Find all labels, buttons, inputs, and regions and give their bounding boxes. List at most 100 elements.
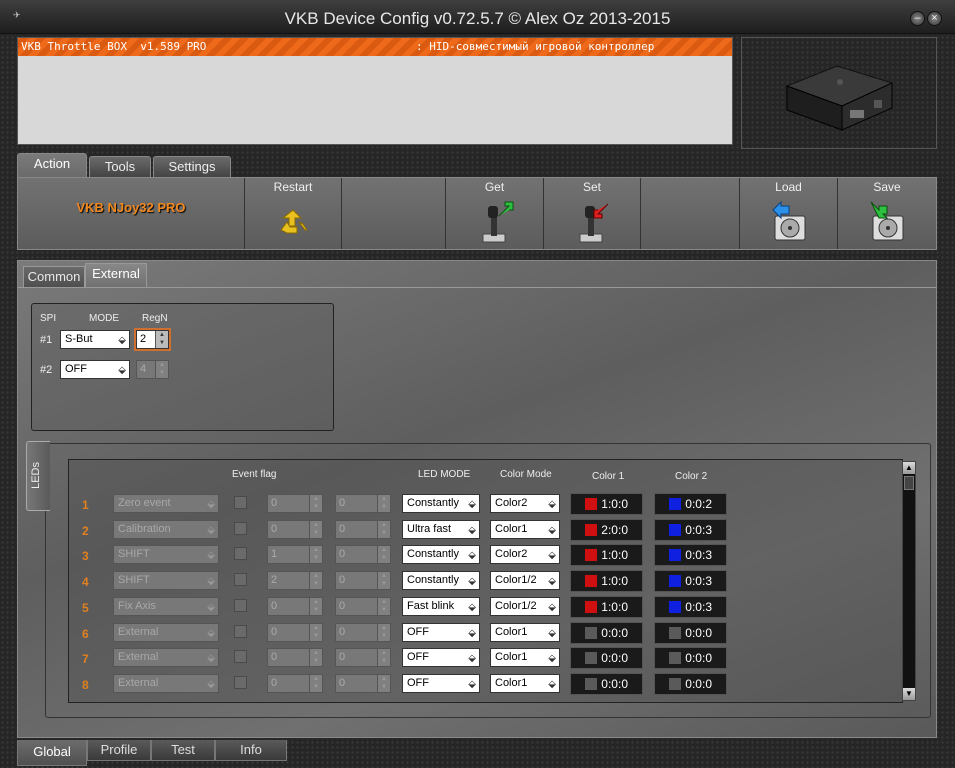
led-event-value: Calibration: [118, 522, 171, 535]
save-button[interactable]: Save: [838, 178, 936, 249]
spi-mode-value: OFF: [65, 363, 87, 375]
scroll-up-icon[interactable]: ▲: [903, 462, 915, 474]
led-param1-value: 0: [271, 625, 278, 638]
color1-button[interactable]: 0:0:0: [570, 647, 643, 670]
led-param1-stepper: 2 ▲ ▼: [267, 571, 323, 591]
color2-button[interactable]: 0:0:3: [654, 595, 727, 618]
spi-mode-select[interactable]: S-But ⬙: [60, 330, 130, 349]
led-mode-select[interactable]: OFF ⬙: [402, 673, 480, 693]
color2-value: 0:0:2: [685, 497, 712, 511]
color-mode-select[interactable]: Color1 ⬙: [490, 519, 560, 539]
device-console: VKB Throttle BOX v1.589 PRO: HID-совмест…: [17, 37, 733, 145]
dropdown-arrow-icon: ⬙: [207, 653, 215, 665]
color-mode-select[interactable]: Color2 ⬙: [490, 545, 560, 565]
device-name: VKB NJoy32 PRO: [76, 200, 186, 215]
color1-button[interactable]: 0:0:0: [570, 621, 643, 644]
event-flag-checkbox: [234, 573, 247, 587]
dropdown-arrow-icon: ⬙: [468, 601, 476, 613]
led-event-value: SHIFT: [118, 574, 150, 587]
toolbar-spacer: [641, 178, 740, 249]
color1-button[interactable]: 2:0:0: [570, 518, 643, 541]
color1-button[interactable]: 1:0:0: [570, 493, 643, 515]
color-mode-select[interactable]: Color1 ⬙: [490, 622, 560, 642]
color2-button[interactable]: 0:0:2: [654, 493, 727, 515]
led-row-number: 6: [82, 626, 89, 641]
led-mode-select[interactable]: Fast blink ⬙: [402, 596, 480, 616]
led-param1-stepper: 0 ▲ ▼: [267, 519, 323, 539]
color1-button[interactable]: 1:0:0: [570, 544, 643, 567]
tab-test[interactable]: Test: [151, 740, 215, 761]
led-param2-stepper: 0 ▲ ▼: [335, 571, 391, 591]
joystick-set-icon: [579, 203, 609, 243]
color1-value: 1:0:0: [601, 599, 628, 614]
color2-button[interactable]: 0:0:0: [654, 672, 727, 695]
spin-arrows-icon: ▲ ▼: [377, 495, 390, 512]
tab-external[interactable]: External: [85, 263, 147, 288]
tab-action[interactable]: Action: [17, 153, 87, 178]
color-mode-value: Color2: [495, 548, 528, 561]
scroll-thumb[interactable]: [904, 476, 914, 490]
led-mode-select[interactable]: OFF ⬙: [402, 648, 480, 668]
main-panel: Common External SPI MODE RegN #1 S-But ⬙ …: [17, 260, 937, 738]
restart-button[interactable]: Restart: [245, 178, 342, 249]
tab-global[interactable]: Global: [17, 740, 87, 766]
close-icon[interactable]: ×: [927, 11, 942, 26]
led-mode-select[interactable]: Constantly ⬙: [402, 545, 480, 565]
color1-swatch: [585, 677, 597, 690]
led-mode-select[interactable]: OFF ⬙: [402, 622, 480, 642]
led-param1-value: 0: [271, 599, 278, 612]
color1-swatch: [585, 498, 597, 510]
tab-common[interactable]: Common: [23, 266, 85, 288]
tab-settings[interactable]: Settings: [153, 156, 231, 177]
color2-button[interactable]: 0:0:3: [654, 518, 727, 541]
color2-header: Color 2: [675, 471, 708, 482]
load-button[interactable]: Load: [740, 178, 838, 249]
spi-regn-stepper[interactable]: 2 ▲ ▼: [136, 330, 169, 349]
led-mode-value: Fast blink: [407, 599, 455, 612]
color-mode-select[interactable]: Color1/2 ⬙: [490, 571, 560, 591]
color1-button[interactable]: 0:0:0: [570, 672, 643, 695]
spi-settings-box: SPI MODE RegN #1 S-But ⬙ 2 ▲ ▼ #2 OFF ⬙ 4 ▲ ▼: [31, 303, 334, 431]
color-mode-header: Color Mode: [500, 469, 552, 480]
led-mode-select[interactable]: Constantly ⬙: [402, 494, 480, 513]
led-param2-stepper: 0 ▲ ▼: [335, 494, 391, 513]
led-mode-select[interactable]: Ultra fast ⬙: [402, 519, 480, 539]
spin-arrows-icon: ▲ ▼: [377, 572, 390, 590]
color-mode-select[interactable]: Color1 ⬙: [490, 673, 560, 693]
color-mode-select[interactable]: Color1 ⬙: [490, 648, 560, 668]
led-param2-stepper: 0 ▲ ▼: [335, 545, 391, 565]
tab-info[interactable]: Info: [215, 740, 287, 761]
color2-button[interactable]: 0:0:0: [654, 621, 727, 644]
color2-button[interactable]: 0:0:3: [654, 544, 727, 567]
color1-button[interactable]: 1:0:0: [570, 570, 643, 593]
spin-arrows-icon[interactable]: ▲ ▼: [155, 331, 168, 348]
get-button[interactable]: Get: [446, 178, 544, 249]
set-label: Set: [582, 180, 601, 194]
color-mode-select[interactable]: Color2 ⬙: [490, 494, 560, 513]
led-param2-value: 0: [339, 574, 346, 587]
color2-button[interactable]: 0:0:0: [654, 647, 727, 670]
spin-arrows-icon: ▲ ▼: [377, 623, 390, 641]
color2-swatch: [669, 575, 681, 588]
led-grid: Event flag LED MODE Color Mode Color 1 C…: [68, 459, 903, 703]
led-scrollbar[interactable]: ▲ ▼: [902, 461, 916, 701]
spin-arrows-icon: ▲ ▼: [377, 546, 390, 564]
tab-tools[interactable]: Tools: [89, 156, 151, 177]
spi-mode-select[interactable]: OFF ⬙: [60, 360, 130, 379]
color-mode-select[interactable]: Color1/2 ⬙: [490, 596, 560, 616]
minimize-icon[interactable]: –: [910, 11, 925, 26]
color2-button[interactable]: 0:0:3: [654, 570, 727, 593]
color1-value: 0:0:0: [601, 651, 628, 666]
scroll-down-icon[interactable]: ▼: [903, 688, 915, 700]
dropdown-arrow-icon: ⬙: [548, 550, 556, 562]
tab-profile[interactable]: Profile: [87, 740, 151, 761]
tab-divider: [18, 287, 936, 288]
set-button[interactable]: Set: [544, 178, 641, 249]
led-mode-select[interactable]: Constantly ⬙: [402, 571, 480, 591]
event-flag-checkbox: [234, 521, 247, 535]
window-title: VKB Device Config v0.72.5.7 © Alex Oz 20…: [284, 9, 671, 28]
led-event-select: External ⬙: [113, 622, 219, 642]
tab-leds[interactable]: LEDs: [26, 441, 50, 511]
color1-button[interactable]: 1:0:0: [570, 595, 643, 618]
spin-arrows-icon: ▲ ▼: [377, 649, 390, 667]
